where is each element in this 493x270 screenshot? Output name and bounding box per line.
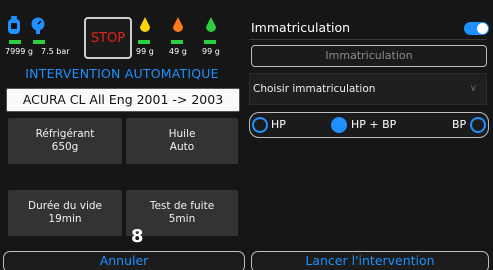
vacuum-duration-tile[interactable]: Durée du vide 19min bbox=[8, 190, 122, 236]
mode-title: INTERVENTION AUTOMATIQUE bbox=[25, 66, 219, 81]
plate-section-title: Immatriculation bbox=[251, 20, 351, 35]
start-intervention-button[interactable]: Lancer l'intervention bbox=[251, 251, 489, 270]
oil-value: Auto bbox=[169, 141, 195, 153]
oil-label: Huile bbox=[168, 128, 196, 140]
pressure-gauge-icon bbox=[31, 16, 45, 34]
vacuum-duration-label: Durée du vide bbox=[28, 200, 102, 212]
vehicle-selector[interactable]: ACURA CL All Eng 2001 -> 2003 bbox=[6, 88, 240, 112]
pressure-value: 7.5 bar bbox=[41, 47, 70, 56]
refrigerant-label: Réfrigérant bbox=[35, 128, 95, 140]
circuit-radio-group: HP HP + BP BP bbox=[249, 112, 489, 138]
counter-value: 8 bbox=[131, 226, 144, 247]
level-bar bbox=[9, 40, 21, 44]
vacuum-duration-value: 19min bbox=[48, 213, 82, 225]
leak-test-label: Test de fuite bbox=[149, 200, 215, 212]
oil-weight-2: 49 g bbox=[169, 47, 187, 56]
level-bar bbox=[33, 40, 45, 44]
refrigerant-tile[interactable]: Réfrigérant 650g bbox=[8, 118, 122, 164]
chevron-down-icon: ∨ bbox=[469, 83, 477, 94]
radio-bp-label: BP bbox=[452, 118, 467, 131]
refrigerant-value: 650g bbox=[51, 141, 79, 153]
vacuum-weight: 7999 g bbox=[5, 47, 33, 56]
plate-select[interactable]: Choisir immatriculation ∨ bbox=[249, 73, 487, 105]
plate-input[interactable]: Immatriculation bbox=[251, 45, 487, 67]
radio-hp[interactable] bbox=[252, 117, 268, 133]
oil-drop-icon bbox=[138, 16, 152, 33]
stop-button[interactable]: STOP bbox=[84, 17, 132, 59]
radio-hp-bp[interactable] bbox=[331, 117, 347, 133]
gas-cylinder-icon bbox=[7, 16, 21, 34]
plate-toggle[interactable] bbox=[464, 22, 489, 35]
plate-select-label: Choisir immatriculation bbox=[253, 83, 376, 95]
oil-drop-icon bbox=[171, 16, 185, 33]
leak-test-value: 5min bbox=[168, 213, 196, 225]
cancel-button[interactable]: Annuler bbox=[3, 251, 245, 270]
oil-weight-3: 99 g bbox=[202, 47, 220, 56]
radio-hp-bp-label: HP + BP bbox=[351, 118, 397, 131]
toggle-knob bbox=[477, 23, 488, 34]
level-bar bbox=[204, 40, 216, 44]
stop-label: STOP bbox=[90, 30, 126, 46]
divider bbox=[249, 39, 487, 40]
level-bar bbox=[171, 40, 183, 44]
oil-weight-1: 99 g bbox=[136, 47, 154, 56]
oil-tile[interactable]: Huile Auto bbox=[126, 118, 238, 164]
oil-drop-icon bbox=[204, 16, 218, 33]
level-bar bbox=[138, 40, 150, 44]
radio-bp[interactable] bbox=[470, 117, 486, 133]
radio-hp-label: HP bbox=[271, 118, 286, 131]
